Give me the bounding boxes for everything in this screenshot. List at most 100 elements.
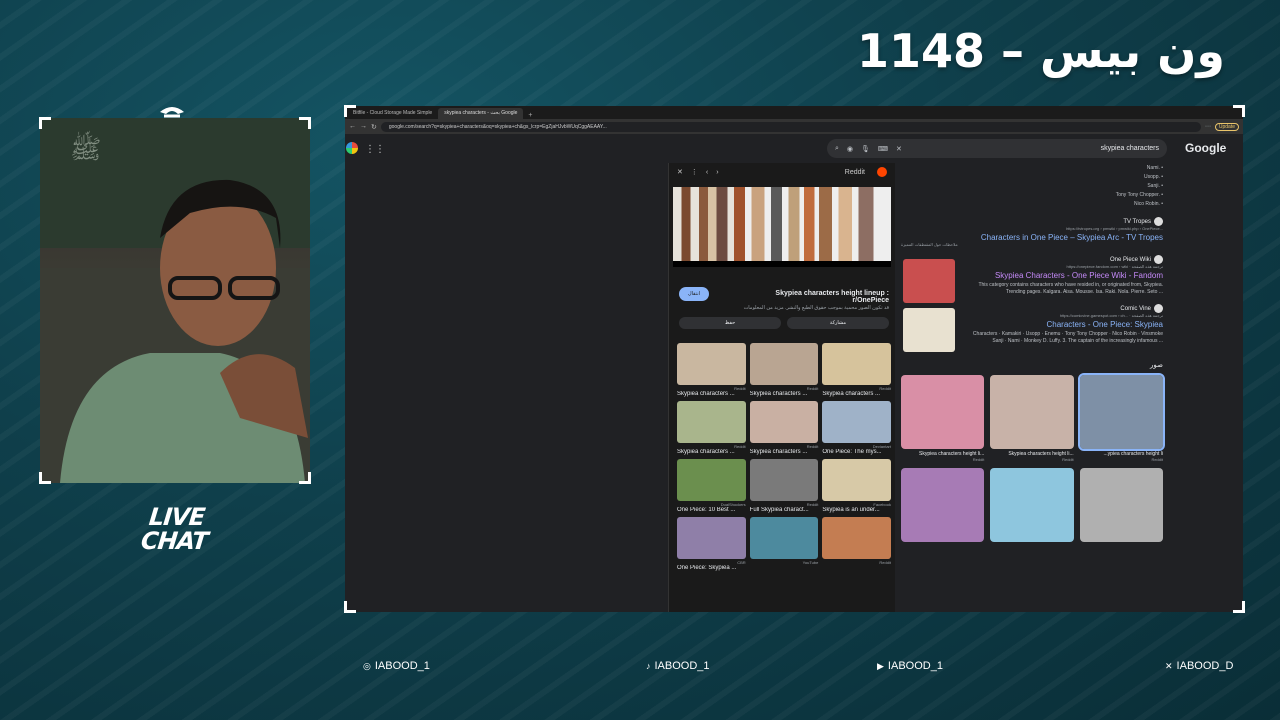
update-button[interactable]: Update [1214, 122, 1239, 131]
related-image-card[interactable]: YouTube [749, 517, 819, 571]
social-handle-text: IABOOD_1 [887, 660, 943, 672]
forward-icon[interactable]: → [360, 123, 367, 130]
related-image-card[interactable]: Deviantart One Piece: The mys... [822, 401, 891, 455]
image-result-thumb[interactable] [990, 468, 1074, 542]
new-tab-icon[interactable]: + [523, 112, 537, 119]
related-image-card[interactable]: DualShockers One Piece: 10 Best ... [677, 459, 746, 513]
google-logo[interactable]: Google [1185, 141, 1226, 155]
voice-search-icon[interactable]: 🎙 [861, 145, 870, 153]
result-site-name: Comic Vine [963, 304, 1163, 313]
screen-frame-corner [1233, 105, 1245, 117]
tab-bitfile[interactable]: Bitfile - Cloud Storage Made Simple [347, 108, 438, 119]
search-box[interactable]: ⌕ ◉ 🎙 ⌨ ✕ skypiea characters [827, 139, 1167, 158]
image-result-thumb[interactable] [901, 375, 985, 449]
search-icon[interactable]: ⌕ [835, 145, 839, 153]
related-image-thumb[interactable] [677, 401, 746, 443]
image-result-card[interactable]: Skypiea characters height li... Reddit [901, 375, 985, 462]
related-image-thumb[interactable] [749, 343, 819, 385]
related-image-thumb[interactable] [749, 401, 819, 443]
result-thumbnail[interactable] [903, 308, 955, 352]
image-result-thumb[interactable] [901, 468, 985, 542]
related-image-caption[interactable]: Skypiea characters ... [677, 449, 746, 455]
related-image-card[interactable]: Reddit Skypiea characters ... [677, 401, 746, 455]
related-image-thumb[interactable] [677, 459, 746, 501]
related-image-thumb[interactable] [822, 517, 891, 559]
reload-icon[interactable]: ↻ [371, 123, 377, 131]
related-image-caption[interactable]: One Piece: The mys... [822, 449, 891, 455]
related-image-card[interactable]: Reddit [822, 517, 891, 571]
related-image-thumb[interactable] [677, 343, 746, 385]
clear-icon[interactable]: ✕ [896, 145, 902, 153]
lens-icon[interactable]: ◉ [847, 145, 853, 153]
result-list: TV Tropes https://tvtropes.org › pmwiki ›… [901, 217, 1164, 352]
search-results: Nami. • Usopp. • Sanji. • Tony Tony Chopper… [901, 164, 1166, 542]
result-title-link[interactable]: Skypiea Characters - One Piece Wiki - Fa… [963, 271, 1163, 280]
image-result-card[interactable] [901, 468, 985, 542]
related-image-thumb[interactable] [677, 517, 746, 559]
images-heading: صور [1150, 362, 1163, 369]
image-result-thumb[interactable] [1079, 468, 1163, 542]
visit-button[interactable]: انتقال [679, 287, 709, 301]
related-image-card[interactable]: Reddit Skypiea characters ... [749, 401, 819, 455]
result-url[interactable]: https://tvtropes.org › pmwiki › pmwiki.p… [901, 226, 1163, 231]
related-image-card[interactable]: CBR One Piece: Skypiea ... [677, 517, 746, 571]
webcam-frame-corner [299, 117, 311, 129]
result-url[interactable]: https://onepiece.fandom.com › wiki · ترج… [963, 264, 1163, 269]
related-image-caption[interactable]: One Piece: 10 Best ... [677, 507, 746, 513]
save-button[interactable]: حفظ [679, 317, 781, 329]
snippet-feedback-link[interactable]: ملاحظات حول المقتطفات المميزة [901, 242, 1163, 247]
next-icon[interactable]: › [716, 169, 718, 176]
related-image-caption[interactable]: Skypiea characters ... [677, 391, 746, 397]
result-title-link[interactable]: Characters - One Piece: Skypiea [963, 320, 1164, 329]
related-image-caption[interactable]: Skypiea characters ... [822, 391, 891, 397]
image-result-thumb[interactable] [1077, 373, 1166, 451]
related-image-caption[interactable]: Skypiea characters ... [750, 449, 819, 455]
related-image-card[interactable]: Reddit Full Skypiea charact... [749, 459, 819, 513]
keyboard-icon[interactable]: ⌨ [878, 145, 888, 153]
extensions-icon[interactable]: ⋯ [1205, 123, 1211, 130]
preview-image[interactable] [673, 187, 891, 267]
related-image-caption[interactable]: One Piece: Skypiea ... [677, 565, 746, 571]
apps-grid-icon[interactable]: ⋮⋮ [365, 144, 385, 155]
related-image-thumb[interactable] [822, 459, 891, 501]
viewer-actions: حفظ مشاركة [679, 317, 889, 329]
related-image-caption[interactable]: Skypiea is an under... [822, 507, 891, 513]
viewer-toolbar: ✕ ⋮ ‹ › Reddit [669, 163, 895, 181]
live-chat-label: LIVE CHAT [139, 503, 209, 555]
search-input[interactable]: skypiea characters [910, 145, 1159, 152]
related-image-source: YouTube [802, 560, 819, 565]
previous-icon[interactable]: ‹ [706, 169, 708, 176]
related-image-caption[interactable]: Full Skypiea charact... [750, 507, 819, 513]
address-input[interactable]: google.com/search?q=skypiea+characters&o… [380, 121, 1201, 132]
related-image-caption[interactable]: Skypiea characters ... [750, 391, 819, 397]
image-result-thumb[interactable] [990, 375, 1074, 449]
image-result-card[interactable] [990, 468, 1074, 542]
site-favicon-icon [1154, 255, 1163, 264]
result-thumbnail[interactable] [903, 259, 955, 303]
related-image-thumb[interactable] [749, 459, 819, 501]
related-image-card[interactable]: Reddit Skypiea characters ... [749, 343, 819, 397]
image-result-card[interactable] [1079, 468, 1163, 542]
back-icon[interactable]: ← [349, 123, 356, 130]
profile-avatar[interactable] [346, 142, 358, 154]
related-image-thumb[interactable] [822, 343, 891, 385]
tab-google-search[interactable]: skypiea characters - بحث Google [438, 108, 524, 119]
related-image-thumb[interactable] [749, 517, 819, 559]
related-image-thumb[interactable] [822, 401, 891, 443]
related-image-card[interactable]: Facebook Skypiea is an under... [822, 459, 891, 513]
result-url[interactable]: https://comicvine.gamespot.com › ch... ·… [963, 313, 1163, 318]
search-page: ⋮⋮ ⌕ ◉ 🎙 ⌨ ✕ skypiea characters Google ✕… [345, 134, 1243, 612]
more-options-icon[interactable]: ⋮ [691, 168, 698, 176]
image-result-card[interactable]: ...ypiea characters height li Reddit [1077, 373, 1166, 462]
site-favicon-icon [1154, 304, 1163, 313]
viewer-title[interactable]: Skypiea characters height lineup : r/One… [739, 290, 889, 304]
image-result-card[interactable]: Skypiea characters height li... Reddit [990, 375, 1074, 462]
close-icon[interactable]: ✕ [677, 168, 683, 176]
related-image-card[interactable]: Reddit Skypiea characters ... [822, 343, 891, 397]
screen-frame-corner [1233, 601, 1245, 613]
reddit-icon [877, 167, 887, 177]
social-handle: ♪ IABOOD_1 [646, 660, 710, 672]
result-title-link[interactable]: Characters in One Piece – Skypiea Arc - … [901, 233, 1163, 242]
related-image-card[interactable]: Reddit Skypiea characters ... [677, 343, 746, 397]
share-button[interactable]: مشاركة [787, 317, 889, 329]
